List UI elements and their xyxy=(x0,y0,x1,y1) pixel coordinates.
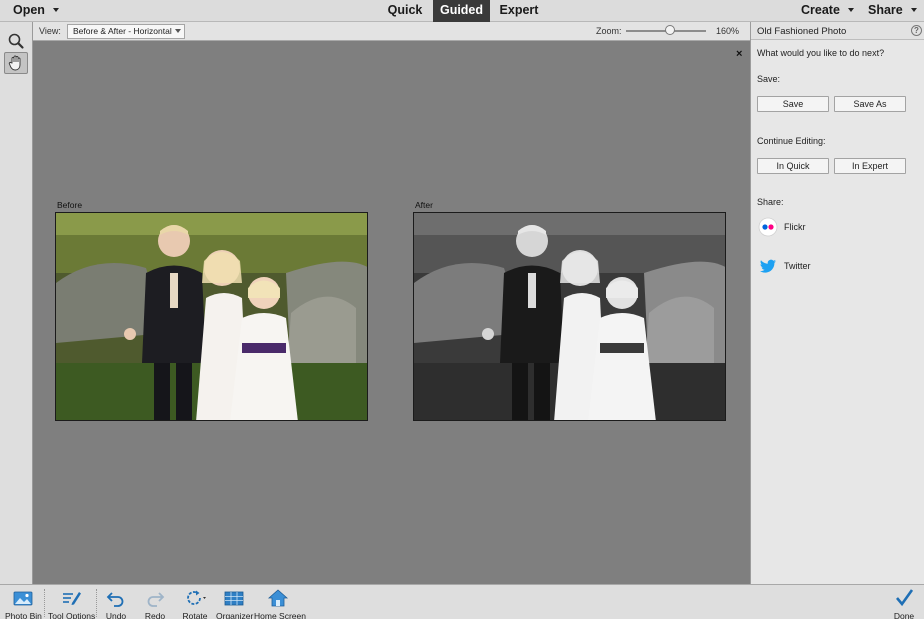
top-menu-bar: Open Quick Guided Expert Create Share xyxy=(0,0,924,22)
tool-options-button[interactable]: Tool Options xyxy=(48,588,96,619)
tool-options-icon xyxy=(63,592,81,605)
share-twitter[interactable]: Twitter xyxy=(758,256,878,278)
done-label: Done xyxy=(893,611,915,619)
save-heading: Save: xyxy=(757,74,781,84)
help-icon[interactable]: ? xyxy=(911,25,922,36)
before-label: Before xyxy=(57,200,83,210)
organizer-label: Organizer xyxy=(216,611,254,619)
panel-header: Old Fashioned Photo ? xyxy=(751,22,924,40)
in-quick-button[interactable]: In Quick xyxy=(757,158,829,174)
save-as-button-label: Save As xyxy=(853,99,887,109)
organizer-icon xyxy=(224,591,244,606)
flickr-label: Flickr xyxy=(784,222,806,232)
in-expert-button[interactable]: In Expert xyxy=(834,158,906,174)
zoom-label: Zoom: xyxy=(596,26,622,36)
share-menu[interactable]: Share xyxy=(868,0,917,22)
tool-options-label: Tool Options xyxy=(48,611,96,619)
save-button[interactable]: Save xyxy=(757,96,829,112)
zoom-value: 160% xyxy=(716,26,740,36)
open-menu[interactable]: Open xyxy=(13,0,59,22)
home-icon xyxy=(267,589,289,607)
photo-bin-label: Photo Bin xyxy=(5,611,42,619)
flickr-icon xyxy=(758,217,778,237)
panel-title: Old Fashioned Photo xyxy=(757,26,847,37)
zoom-slider-thumb[interactable] xyxy=(665,25,675,35)
toolbar-divider xyxy=(44,589,45,617)
after-photo-image xyxy=(414,213,725,420)
home-screen-label: Home Screen xyxy=(254,611,306,619)
close-icon[interactable]: × xyxy=(736,49,742,60)
after-label: After xyxy=(415,200,433,210)
save-button-label: Save xyxy=(782,99,804,109)
chevron-down-icon xyxy=(910,7,917,12)
tab-quick-label: Quick xyxy=(387,3,423,17)
create-menu[interactable]: Create xyxy=(801,0,854,22)
chevron-down-icon xyxy=(175,29,181,33)
in-expert-button-label: In Expert xyxy=(851,161,889,171)
share-menu-label: Share xyxy=(868,3,903,17)
view-select[interactable]: Before & After - Horizontal xyxy=(67,24,185,39)
tab-quick[interactable]: Quick xyxy=(380,0,430,22)
tab-guided[interactable]: Guided xyxy=(433,0,490,22)
home-screen-button[interactable]: Home Screen xyxy=(254,588,306,619)
after-photo xyxy=(413,212,726,421)
save-as-button[interactable]: Save As xyxy=(834,96,906,112)
photo-bin-icon xyxy=(13,591,33,606)
undo-icon xyxy=(106,592,124,607)
rotate-icon xyxy=(187,590,206,605)
twitter-icon xyxy=(760,259,776,273)
redo-label: Redo xyxy=(144,611,166,619)
share-flickr[interactable]: Flickr xyxy=(758,217,878,239)
chevron-down-icon xyxy=(847,7,854,12)
tab-guided-label: Guided xyxy=(439,3,484,17)
before-photo xyxy=(55,212,368,421)
organizer-button[interactable]: Organizer xyxy=(216,588,254,619)
toolbar-divider xyxy=(96,589,97,617)
hand-tool[interactable] xyxy=(4,52,28,74)
hand-icon xyxy=(8,55,21,71)
view-select-value: Before & After - Horizontal xyxy=(73,26,172,36)
rotate-button[interactable]: Rotate xyxy=(179,588,211,619)
bottom-taskbar: Photo Bin Tool Options Undo Redo Rotate … xyxy=(0,584,924,619)
redo-button[interactable]: Redo xyxy=(141,588,169,619)
open-menu-label: Open xyxy=(13,3,45,17)
chevron-down-icon xyxy=(52,7,59,12)
create-menu-label: Create xyxy=(801,3,840,17)
in-quick-button-label: In Quick xyxy=(776,161,810,171)
redo-icon xyxy=(147,592,165,607)
tab-expert[interactable]: Expert xyxy=(493,0,545,22)
continue-editing-heading: Continue Editing: xyxy=(757,136,826,146)
magnifier-icon xyxy=(8,33,24,49)
checkmark-icon xyxy=(896,589,914,607)
undo-label: Undo xyxy=(105,611,127,619)
rotate-label: Rotate xyxy=(182,611,208,619)
zoom-tool[interactable] xyxy=(4,30,28,52)
done-button[interactable]: Done xyxy=(891,588,917,619)
twitter-label: Twitter xyxy=(784,261,811,271)
share-heading: Share: xyxy=(757,197,784,207)
tools-panel xyxy=(0,22,33,584)
view-label: View: xyxy=(39,26,61,36)
undo-button[interactable]: Undo xyxy=(102,588,130,619)
photo-bin-button[interactable]: Photo Bin xyxy=(5,588,42,619)
image-canvas[interactable]: × Before After xyxy=(33,41,750,584)
tab-expert-label: Expert xyxy=(499,3,539,17)
next-prompt: What would you like to do next? xyxy=(757,48,885,58)
guided-done-panel: Old Fashioned Photo ? What would you lik… xyxy=(750,22,924,584)
before-photo-image xyxy=(56,213,367,420)
view-options-bar: View: Before & After - Horizontal Zoom: … xyxy=(33,22,750,41)
